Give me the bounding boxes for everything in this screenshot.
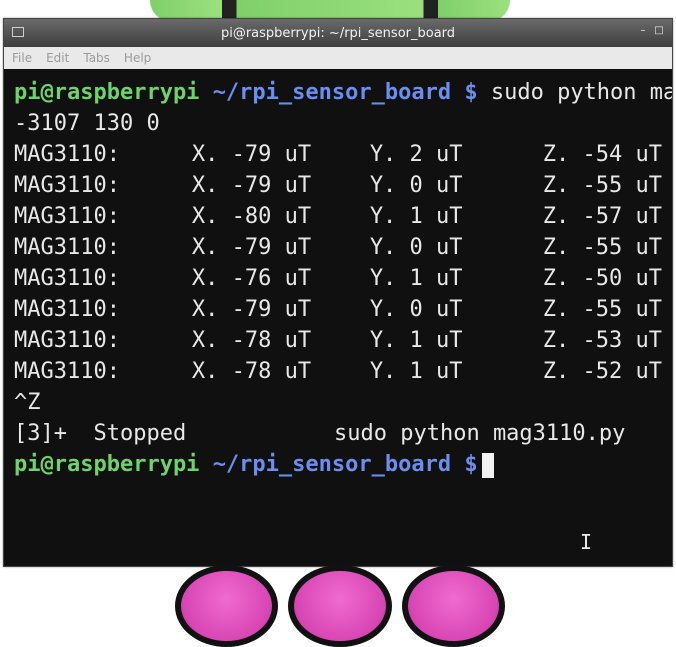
reading-z: Z. -53 uT	[542, 328, 662, 353]
reading-x: X. -80 uT	[191, 204, 312, 229]
reading-z: Z. -55 uT	[542, 235, 662, 260]
raspberry-middle	[288, 565, 392, 647]
reading-z: Z. -50 uT	[542, 266, 662, 291]
reading-label: MAG3110:	[14, 204, 120, 229]
job-stopped-line: [3]+ Stopped sudo python mag3110.py	[14, 418, 662, 449]
reading-z: Z. -52 uT	[542, 359, 662, 384]
reading-z: Z. -57 uT	[542, 204, 662, 229]
reading-x: X. -79 uT	[191, 173, 312, 198]
reading-label: MAG3110:	[14, 173, 120, 198]
ctrl-z-output: ^Z	[14, 390, 41, 415]
prompt-user: pi@raspberrypi	[14, 80, 200, 105]
reading-z: Z. -55 uT	[542, 173, 662, 198]
title-bar[interactable]: pi@raspberrypi: ~/rpi_sensor_board – □	[4, 19, 672, 47]
reading-x: X. -79 uT	[191, 235, 312, 260]
reading-y: Y. 1 uT	[369, 359, 463, 384]
prompt-path: ~/rpi_sensor_board $	[212, 80, 478, 105]
reading-label: MAG3110:	[14, 142, 120, 167]
maximize-icon[interactable]: □	[654, 26, 664, 36]
window-controls: – □	[638, 26, 664, 36]
wallpaper-bottom	[175, 565, 505, 647]
reading-row: MAG3110: X. -79 uT Y. 0 uT Z. -55 uT	[14, 170, 662, 201]
reading-x: X. -79 uT	[191, 142, 312, 167]
reading-row: MAG3110: X. -79 uT Y. 2 uT Z. -54 uT	[14, 139, 662, 170]
reading-label: MAG3110:	[14, 359, 120, 384]
reading-label: MAG3110:	[14, 297, 120, 322]
reading-y: Y. 1 uT	[369, 266, 463, 291]
terminal-window[interactable]: pi@raspberrypi: ~/rpi_sensor_board – □ F…	[3, 18, 673, 567]
reading-y: Y. 0 uT	[369, 173, 463, 198]
window-title: pi@raspberrypi: ~/rpi_sensor_board	[220, 25, 456, 41]
menu-bar: File Edit Tabs Help	[4, 47, 672, 69]
reading-y: Y. 0 uT	[369, 297, 463, 322]
first-output: -3107 130 0	[14, 111, 160, 136]
reading-y: Y. 2 uT	[369, 142, 463, 167]
reading-z: Z. -54 uT	[542, 142, 662, 167]
prompt-user: pi@raspberrypi	[14, 452, 200, 477]
reading-x: X. -78 uT	[191, 328, 312, 353]
reading-row: MAG3110: X. -78 uT Y. 1 uT Z. -53 uT	[14, 325, 662, 356]
reading-x: X. -79 uT	[191, 297, 312, 322]
reading-y: Y. 1 uT	[369, 204, 463, 229]
command-text: sudo python mag3110.py	[490, 80, 672, 105]
menu-file[interactable]: File	[12, 51, 32, 65]
menu-help[interactable]: Help	[124, 51, 151, 65]
reading-x: X. -78 uT	[191, 359, 312, 384]
reading-y: Y. 1 uT	[369, 328, 463, 353]
reading-row: MAG3110: X. -79 uT Y. 0 uT Z. -55 uT	[14, 232, 662, 263]
raspberry-left	[175, 565, 279, 647]
reading-row: MAG3110: X. -76 uT Y. 1 uT Z. -50 uT	[14, 263, 662, 294]
readings-list: MAG3110: X. -79 uT Y. 2 uT Z. -54 uT MAG…	[14, 139, 662, 387]
minimize-icon[interactable]: –	[638, 26, 648, 36]
reading-z: Z. -55 uT	[542, 297, 662, 322]
reading-label: MAG3110:	[14, 266, 120, 291]
reading-x: X. -76 uT	[191, 266, 312, 291]
prompt-path: ~/rpi_sensor_board $	[212, 452, 478, 477]
terminal-icon	[12, 27, 24, 37]
command-line: pi@raspberrypi ~/rpi_sensor_board $ sudo…	[14, 77, 672, 108]
terminal-output[interactable]: pi@raspberrypi ~/rpi_sensor_board $ sudo…	[4, 69, 672, 564]
reading-row: MAG3110: X. -79 uT Y. 0 uT Z. -55 uT	[14, 294, 662, 325]
reading-y: Y. 0 uT	[369, 235, 463, 260]
job-status: [3]+ Stopped	[14, 421, 187, 446]
active-prompt-line[interactable]: pi@raspberrypi ~/rpi_sensor_board $	[14, 449, 662, 480]
reading-label: MAG3110:	[14, 235, 120, 260]
menu-edit[interactable]: Edit	[46, 51, 69, 65]
job-command: sudo python mag3110.py	[334, 421, 626, 446]
menu-tabs[interactable]: Tabs	[83, 51, 110, 65]
raspberry-right	[401, 565, 505, 647]
reading-row: MAG3110: X. -78 uT Y. 1 uT Z. -52 uT	[14, 356, 662, 387]
text-cursor	[481, 452, 494, 478]
reading-row: MAG3110: X. -80 uT Y. 1 uT Z. -57 uT	[14, 201, 662, 232]
reading-label: MAG3110:	[14, 328, 120, 353]
ibeam-cursor-icon: I	[580, 530, 593, 554]
